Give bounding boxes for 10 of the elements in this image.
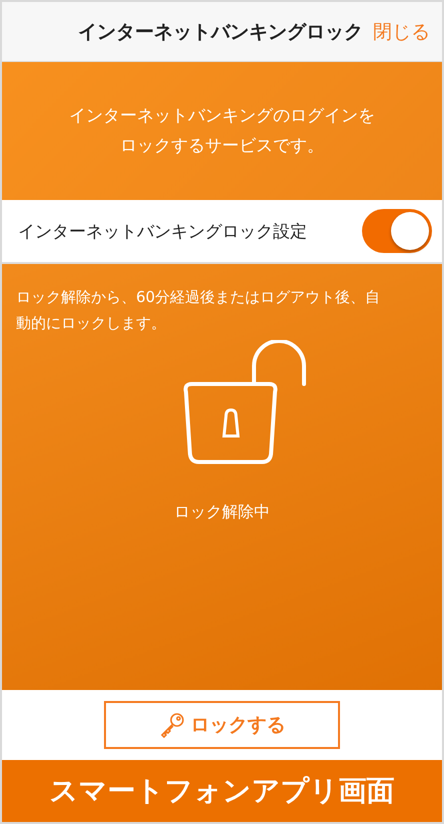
lock-button[interactable]: ロックする [104,701,340,749]
footer-caption: スマートフォンアプリ画面 [50,773,394,809]
note-text: ロック解除から、60分経過後またはログアウト後、自 動的にロックします。 [16,287,382,334]
key-icon [158,712,184,738]
setting-label: インターネットバンキングロック設定 [18,220,307,242]
close-link[interactable]: 閉じる [373,18,430,44]
toggle-switch[interactable] [362,209,432,253]
intro-text: インターネットバンキングのログインを ロックするサービスです。 [69,105,375,158]
status-label: ロック解除中 [174,502,270,523]
screen-title: インターネットバンキングロック [78,20,363,44]
